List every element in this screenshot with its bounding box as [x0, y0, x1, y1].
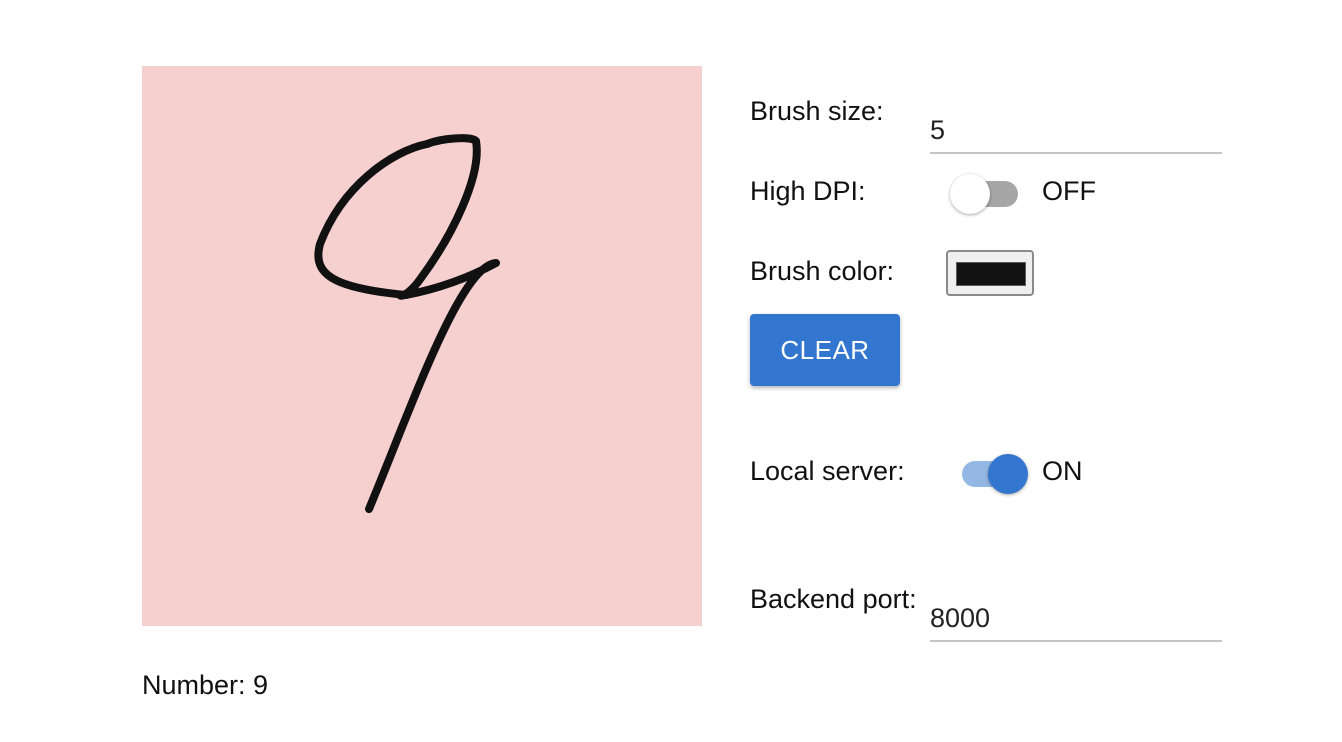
- prediction-result: Number: 9: [142, 670, 269, 700]
- brush-size-input[interactable]: [930, 108, 1222, 154]
- brush-size-label: Brush size:: [750, 96, 884, 126]
- drawing-app: Number: 9 Brush size: High DPI: OFF Brus…: [0, 0, 1342, 742]
- drawn-digit: [314, 134, 500, 513]
- local-server-toggle-thumb: [988, 454, 1028, 494]
- high-dpi-label: High DPI:: [750, 176, 866, 206]
- high-dpi-toggle-thumb: [950, 174, 990, 214]
- high-dpi-toggle[interactable]: [950, 174, 1026, 214]
- local-server-label: Local server:: [750, 456, 905, 486]
- brush-color-label: Brush color:: [750, 256, 895, 286]
- brush-color-swatch: [956, 262, 1026, 286]
- local-server-state: ON: [1042, 456, 1083, 486]
- local-server-toggle[interactable]: [954, 454, 1030, 494]
- brush-color-picker[interactable]: [946, 250, 1034, 296]
- backend-port-input[interactable]: [930, 596, 1222, 642]
- clear-button[interactable]: CLEAR: [750, 314, 900, 386]
- drawing-canvas[interactable]: [142, 66, 702, 626]
- high-dpi-state: OFF: [1042, 176, 1096, 206]
- backend-port-label: Backend port:: [750, 584, 917, 614]
